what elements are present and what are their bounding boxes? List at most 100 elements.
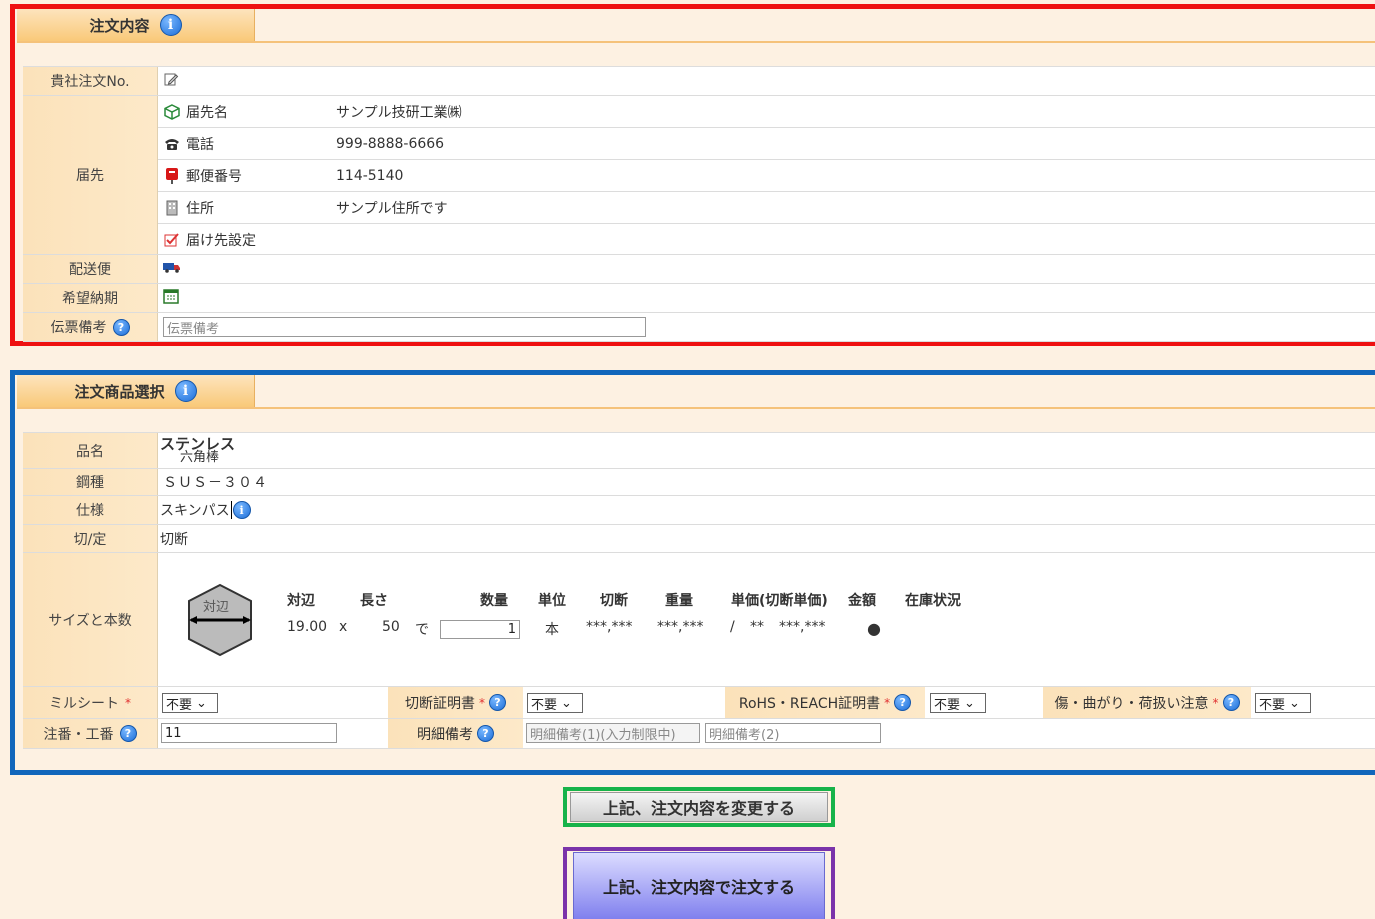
header-unit-price: 単価(切断単価) <box>731 593 828 609</box>
truck-icon[interactable] <box>163 261 181 277</box>
steel-type-label: 鋼種 <box>23 469 158 495</box>
postal-value: 114-5140 <box>336 167 404 184</box>
phone-label: 電話 <box>186 136 214 153</box>
product-table: 品名 ステンレス 六角棒 鋼種 ＳＵＳ－３０４ 仕様 スキンパス i 切/定 切… <box>23 432 1375 749</box>
chevron-down-icon: ⌄ <box>196 695 207 711</box>
row-certificates: ミルシート * 不要 ⌄ 切断証明書 * ? 不要 ⌄ RoHS・REACH証明… <box>23 687 1375 719</box>
stock-status: ● <box>867 619 881 638</box>
cut-cert-label: 切断証明書 <box>405 695 475 712</box>
row-steel-type: 鋼種 ＳＵＳ－３０４ <box>23 469 1375 496</box>
order-number-label: 注番・工番 <box>43 726 114 743</box>
postal-label: 郵便番号 <box>186 168 242 185</box>
dest-setting-link[interactable]: 届け先設定 <box>186 230 336 250</box>
info-icon[interactable]: i <box>174 380 197 402</box>
product-selection-section: 注文商品選択 i 品名 ステンレス 六角棒 鋼種 ＳＵＳ－３０４ 仕様 スキンパ… <box>10 370 1375 775</box>
address-label: 住所 <box>186 200 214 217</box>
amount-value: ***,*** <box>779 619 826 635</box>
damage-caution-select-value: 不要 <box>1259 697 1286 713</box>
phone-icon <box>158 137 186 151</box>
help-icon[interactable]: ? <box>489 694 506 711</box>
weight-value: ***,*** <box>657 619 704 635</box>
order-number-input[interactable]: 11 <box>161 723 337 743</box>
mill-sheet-label: ミルシート <box>49 695 119 712</box>
header-stock: 在庫状況 <box>905 593 961 609</box>
info-icon[interactable]: i <box>232 501 251 519</box>
edit-icon[interactable] <box>163 71 179 91</box>
spec-label: 仕様 <box>23 496 158 524</box>
chevron-down-icon: ⌄ <box>561 695 572 711</box>
product-selection-title: 注文商品選択 <box>74 382 165 401</box>
order-content-section: 注文内容 i 貴社注文No. 届先 届先名 サンプル技研工業㈱ 電話 999-8… <box>10 4 1375 346</box>
postbox-icon <box>158 167 186 185</box>
chevron-down-icon: ⌄ <box>1289 695 1300 711</box>
cut-type-value: 切断 <box>160 531 188 548</box>
rohs-cert-select[interactable]: 不要 ⌄ <box>930 693 986 713</box>
unit-price-value: ** <box>750 619 764 635</box>
hexagon-shape-icon: 対辺 <box>185 583 255 661</box>
info-icon[interactable]: i <box>159 14 182 36</box>
times-sign: x <box>339 619 348 635</box>
product-name-line1: ステンレス <box>160 435 236 453</box>
steel-type-value: ＳＵＳ－３０４ <box>163 475 268 491</box>
required-mark: * <box>125 695 131 710</box>
delivery-label: 配送便 <box>23 255 158 283</box>
header-cut: 切断 <box>600 593 628 609</box>
row-order-number: 注番・工番 ? 11 明細備考 ? 明細備考(1)(入力制限中) 明細備考(2) <box>23 719 1375 749</box>
mill-sheet-select-value: 不要 <box>166 697 193 713</box>
building-icon <box>158 200 186 216</box>
detail-note-label: 明細備考 <box>417 726 473 743</box>
row-delivery: 配送便 <box>23 255 1375 284</box>
damage-caution-select[interactable]: 不要 ⌄ <box>1255 693 1311 713</box>
slip-note-input[interactable]: 伝票備考 <box>163 317 646 337</box>
header-qty: 数量 <box>480 593 508 609</box>
header-unit: 単位 <box>538 593 566 609</box>
header-weight: 重量 <box>665 593 693 609</box>
help-icon[interactable]: ? <box>1222 694 1240 711</box>
row-size-qty: サイズと本数 対辺 対辺 長さ 数量 単位 切断 重量 単価(切断単価) 金額 … <box>23 553 1375 687</box>
shape-label: 対辺 <box>203 600 230 615</box>
de-text: で <box>415 622 429 638</box>
chevron-down-icon: ⌄ <box>964 695 975 711</box>
order-content-tab: 注文内容 i <box>17 9 255 42</box>
order-content-title: 注文内容 <box>89 16 150 35</box>
slash-text: / <box>730 619 735 635</box>
checkbox-icon[interactable] <box>158 232 186 248</box>
header-across: 対辺 <box>287 593 315 609</box>
cut-type-label: 切/定 <box>23 525 158 552</box>
dest-name-value: サンプル技研工業㈱ <box>336 104 462 121</box>
across-value: 19.00 <box>287 619 328 635</box>
row-spec: 仕様 スキンパス i <box>23 496 1375 525</box>
detail-note2-input[interactable]: 明細備考(2) <box>705 723 881 743</box>
help-icon[interactable]: ? <box>119 725 137 742</box>
destination-label: 届先 <box>23 96 158 254</box>
desired-date-label: 希望納期 <box>23 284 158 312</box>
spec-value: スキンパス <box>160 503 230 519</box>
product-name-line2: 六角棒 <box>180 450 220 465</box>
header-amount: 金額 <box>848 593 876 609</box>
rohs-cert-select-value: 不要 <box>934 697 961 713</box>
row-product-name: 品名 ステンレス 六角棒 <box>23 433 1375 469</box>
change-order-button[interactable]: 上記、注文内容を変更する <box>570 792 828 822</box>
order-no-label: 貴社注文No. <box>23 67 158 95</box>
mill-sheet-select[interactable]: 不要 ⌄ <box>162 693 218 713</box>
order-table: 貴社注文No. 届先 届先名 サンプル技研工業㈱ 電話 999-8888-666… <box>23 66 1375 342</box>
box-icon <box>158 103 186 120</box>
detail-note1-input[interactable]: 明細備考(1)(入力制限中) <box>526 723 700 743</box>
header-length: 長さ <box>360 593 388 609</box>
row-desired-date: 希望納期 <box>23 284 1375 313</box>
product-name-label: 品名 <box>23 433 158 468</box>
damage-caution-label: 傷・曲がり・荷扱い注意 <box>1054 695 1209 712</box>
qty-input[interactable]: 1 <box>440 620 520 639</box>
place-order-button[interactable]: 上記、注文内容で注文する <box>573 852 825 919</box>
calendar-icon[interactable] <box>163 288 179 308</box>
row-cut-type: 切/定 切断 <box>23 525 1375 553</box>
slip-note-label: 伝票備考 <box>50 320 107 336</box>
help-icon[interactable]: ? <box>477 725 494 742</box>
unit-value: 本 <box>545 622 559 638</box>
cut-cert-select[interactable]: 不要 ⌄ <box>527 693 583 713</box>
product-selection-tab: 注文商品選択 i <box>17 375 255 408</box>
help-icon[interactable]: ? <box>112 318 130 336</box>
dest-name-label: 届先名 <box>186 104 228 121</box>
help-icon[interactable]: ? <box>894 694 912 711</box>
cut-price-value: ***,*** <box>586 619 633 635</box>
